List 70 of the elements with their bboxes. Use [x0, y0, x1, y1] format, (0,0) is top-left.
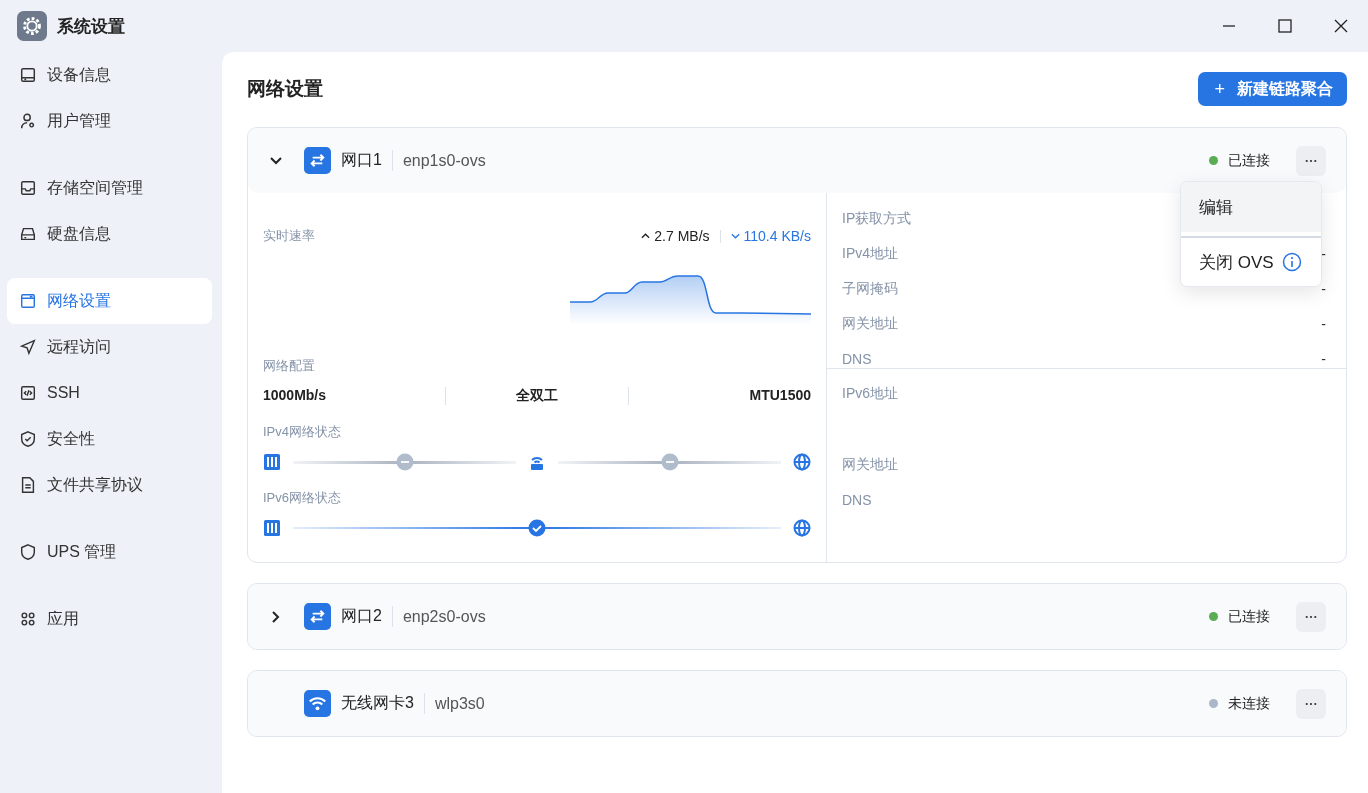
- apps-icon: [19, 610, 37, 628]
- status-text: 已连接: [1228, 607, 1270, 626]
- field-value: -: [1321, 245, 1326, 262]
- interface-name: 网口1: [341, 150, 393, 171]
- more-icon: [1305, 158, 1317, 163]
- speed-label: 实时速率: [263, 227, 315, 245]
- field-label: IPv4地址: [842, 244, 898, 263]
- device-name: wlp3s0: [433, 694, 485, 713]
- transfer-arrows-icon: [304, 603, 331, 630]
- field-label: 子网掩码: [842, 279, 898, 298]
- field-value: -: [1321, 280, 1326, 297]
- sidebar-item[interactable]: 应用: [7, 596, 212, 642]
- maximize-icon[interactable]: [1278, 19, 1292, 33]
- drive-icon: [19, 66, 37, 84]
- sidebar-item[interactable]: 文件共享协议: [7, 462, 212, 508]
- interface-name: 网口2: [341, 606, 393, 627]
- config-value: 1000Mb/s: [263, 387, 328, 405]
- config-label: 网络配置: [263, 357, 316, 375]
- menu-item[interactable]: 关闭 OVS: [1181, 236, 1321, 286]
- field-label: 网关地址: [842, 455, 898, 474]
- send-icon: [19, 338, 37, 356]
- more-icon: [1305, 614, 1317, 619]
- field-label: DNS: [842, 491, 872, 508]
- window-icon: [19, 292, 37, 310]
- menu-item[interactable]: 编辑: [1181, 182, 1321, 232]
- shield-check-icon: [19, 430, 37, 448]
- server-icon: [263, 519, 281, 537]
- wifi-icon: [304, 690, 331, 717]
- chevron-up-icon: [641, 233, 651, 239]
- gear-app-icon: [17, 11, 47, 41]
- interface-name: 无线网卡3: [341, 693, 425, 714]
- code-icon: [19, 384, 37, 402]
- ipv4-status-label: IPv4网络状态: [263, 423, 342, 441]
- field-value: -: [1321, 315, 1326, 332]
- field-label: DNS: [842, 350, 872, 367]
- ipv6-status-label: IPv6网络状态: [263, 489, 342, 507]
- config-value: MTU1500: [748, 387, 811, 405]
- new-aggregation-button[interactable]: + 新建链路聚合: [1198, 72, 1347, 106]
- device-name: enp1s0-ovs: [401, 151, 486, 170]
- globe-icon: [793, 519, 811, 537]
- globe-icon: [793, 453, 811, 471]
- sidebar-item[interactable]: 安全性: [7, 416, 212, 462]
- close-icon[interactable]: [1334, 19, 1348, 33]
- field-value: -: [1321, 350, 1326, 367]
- server-icon: [263, 453, 281, 471]
- upload-rate: 2.7 MB/s: [654, 228, 710, 244]
- field-label: IPv6地址: [842, 385, 898, 403]
- inbox-icon: [19, 179, 37, 197]
- sidebar-item[interactable]: UPS 管理: [7, 529, 212, 575]
- status-text: 已连接: [1228, 151, 1270, 170]
- config-value: 全双工: [445, 387, 629, 405]
- document-icon: [19, 476, 37, 494]
- sidebar-item[interactable]: SSH: [7, 370, 212, 416]
- device-name: enp2s0-ovs: [401, 607, 486, 626]
- more-icon: [1305, 701, 1317, 706]
- sidebar-item[interactable]: 存储空间管理: [7, 165, 212, 211]
- shield-icon: [19, 543, 37, 561]
- window-title: 系统设置: [57, 15, 125, 38]
- sidebar-item[interactable]: 远程访问: [7, 324, 212, 370]
- field-label: 网关地址: [842, 314, 898, 333]
- sidebar-item[interactable]: 硬盘信息: [7, 211, 212, 257]
- sidebar-item[interactable]: 网络设置: [7, 278, 212, 324]
- status-text: 未连接: [1228, 694, 1270, 713]
- download-rate: 110.4 KB/s: [743, 228, 811, 244]
- transfer-arrows-icon: [304, 147, 331, 174]
- page-title: 网络设置: [247, 77, 323, 101]
- chevron-down-icon: [730, 233, 740, 239]
- sidebar-item[interactable]: 用户管理: [7, 98, 212, 144]
- sidebar-item[interactable]: 设备信息: [7, 52, 212, 98]
- field-label: IP获取方式: [842, 209, 912, 228]
